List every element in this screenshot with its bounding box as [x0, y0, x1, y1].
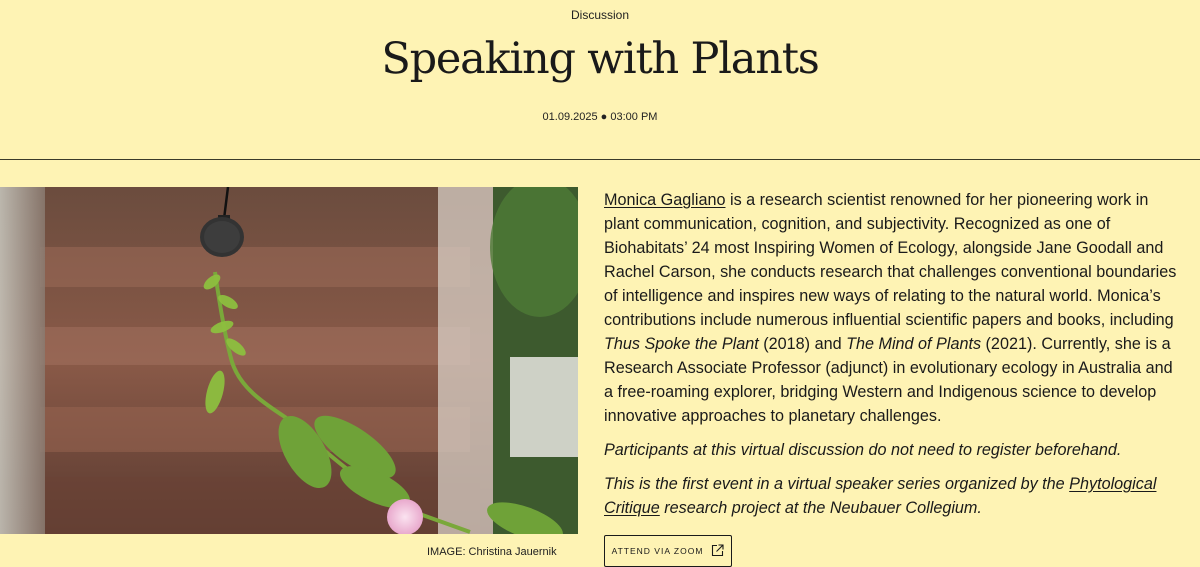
image-caption: IMAGE: Christina Jauernik: [427, 546, 557, 558]
page-title: Speaking with Plants: [381, 34, 820, 84]
attend-button-label: ATTEND VIA ZOOM: [611, 546, 704, 556]
book-title: Thus Spoke the Plant: [604, 335, 759, 353]
event-datetime: 01.09.2025 ● 03:00 PM: [542, 111, 658, 123]
bio-text: (2018) and: [758, 335, 847, 353]
event-description: Monica Gagliano is a research scientist …: [604, 188, 1179, 530]
book-title: The Mind of Plants: [846, 335, 982, 353]
attend-via-zoom-button[interactable]: ATTEND VIA ZOOM: [604, 535, 732, 567]
registration-note: Participants at this virtual discussion …: [604, 441, 1122, 459]
series-note: This is the first event in a virtual spe…: [604, 472, 1179, 520]
event-header: Discussion Speaking with Plants 01.09.20…: [0, 0, 1200, 159]
speaker-link[interactable]: Monica Gagliano: [604, 191, 725, 209]
speaker-bio: Monica Gagliano is a research scientist …: [604, 188, 1179, 428]
external-link-icon: [711, 543, 724, 559]
series-text: research project at the Neubauer Collegi…: [659, 499, 982, 517]
header-divider: [0, 159, 1200, 160]
series-text: This is the first event in a virtual spe…: [604, 475, 1070, 493]
event-category: Discussion: [570, 8, 630, 22]
event-photo: [0, 187, 578, 534]
bio-text: is a research scientist renowned for her…: [604, 191, 1177, 329]
